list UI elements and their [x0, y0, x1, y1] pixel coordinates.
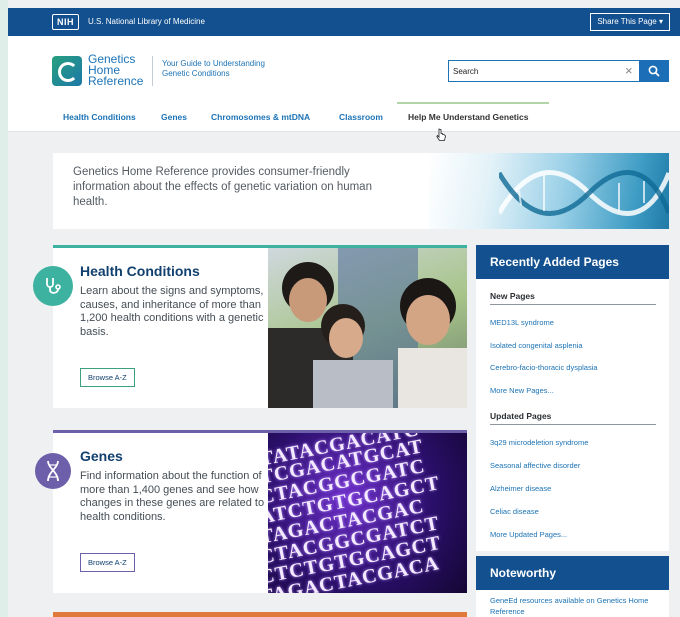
- share-page-button[interactable]: Share This Page ▾: [590, 13, 670, 31]
- main-nav: Health Conditions Genes Chromosomes & mt…: [8, 102, 680, 132]
- updated-page-link[interactable]: Seasonal affective disorder: [490, 461, 580, 470]
- site-logo-text[interactable]: Genetics Home Reference: [88, 53, 158, 88]
- nav-help-me-understand-genetics[interactable]: Help Me Understand Genetics: [397, 102, 549, 132]
- nav-classroom[interactable]: Classroom: [339, 102, 383, 132]
- new-page-link[interactable]: Cerebro-facio-thoracic dysplasia: [490, 363, 598, 372]
- site-tagline: Your Guide to Understanding Genetic Cond…: [162, 59, 265, 78]
- nlm-top-bar: NIH U.S. National Library of Medicine Sh…: [8, 8, 680, 36]
- clear-search-icon[interactable]: ×: [625, 63, 633, 78]
- genes-title[interactable]: Genes: [80, 448, 123, 464]
- health-conditions-description: Learn about the signs and symptoms, caus…: [80, 285, 264, 338]
- health-conditions-card: Health Conditions Learn about the signs …: [33, 245, 467, 408]
- recently-added-panel: Recently Added Pages New Pages MED13L sy…: [476, 245, 669, 551]
- updated-page-link[interactable]: Celiac disease: [490, 507, 539, 516]
- logo-line: Reference: [88, 74, 144, 88]
- dna-helix-banner-image: [429, 153, 669, 229]
- nih-logo[interactable]: NIH: [52, 14, 79, 30]
- browse-genes-button[interactable]: Browse A-Z: [80, 553, 135, 572]
- updated-page-link[interactable]: 3q29 microdeletion syndrome: [490, 438, 588, 447]
- new-page-link[interactable]: Isolated congenital asplenia: [490, 341, 583, 350]
- more-new-pages-link[interactable]: More New Pages...: [490, 386, 554, 395]
- dna-sequence-image: TATACGACATC TCGACATGCAT CTACGGCGATC ATCT…: [268, 433, 467, 593]
- search-icon: [648, 65, 660, 77]
- nav-health-conditions[interactable]: Health Conditions: [63, 102, 136, 132]
- health-conditions-title[interactable]: Health Conditions: [80, 263, 200, 279]
- ghr-logo-icon[interactable]: [52, 56, 82, 86]
- mouse-pointer-icon: [436, 128, 447, 146]
- updated-page-link[interactable]: Alzheimer disease: [490, 484, 551, 493]
- nav-chromosomes[interactable]: Chromosomes & mtDNA: [211, 102, 310, 132]
- genes-card: Genes Find information about the functio…: [35, 430, 467, 593]
- dna-icon: [35, 453, 71, 489]
- noteworthy-link[interactable]: GeneEd resources available on Genetics H…: [490, 595, 665, 617]
- search-button[interactable]: [639, 60, 669, 82]
- search-box: ×: [448, 60, 669, 82]
- stethoscope-icon: [33, 266, 73, 306]
- browse-conditions-button[interactable]: Browse A-Z: [80, 368, 135, 387]
- new-page-link[interactable]: MED13L syndrome: [490, 318, 554, 327]
- more-updated-pages-link[interactable]: More Updated Pages...: [490, 530, 567, 539]
- noteworthy-title: Noteworthy: [476, 556, 669, 590]
- noteworthy-panel: Noteworthy GeneEd resources available on…: [476, 556, 669, 617]
- search-input[interactable]: [449, 61, 621, 81]
- nlm-name[interactable]: U.S. National Library of Medicine: [88, 17, 205, 26]
- site-header: Genetics Home Reference Your Guide to Un…: [8, 36, 680, 102]
- nav-genes[interactable]: Genes: [161, 102, 187, 132]
- page: NIH U.S. National Library of Medicine Sh…: [8, 0, 680, 617]
- next-card-top-border: [53, 612, 467, 617]
- intro-text: Genetics Home Reference provides consume…: [73, 166, 372, 208]
- intro-banner: Genetics Home Reference provides consume…: [53, 153, 669, 229]
- new-pages-heading: New Pages: [490, 291, 656, 305]
- family-photo-image: [268, 248, 467, 408]
- genes-description: Find information about the function of m…: [80, 470, 265, 523]
- recently-added-title: Recently Added Pages: [476, 245, 669, 279]
- logo-divider: [152, 56, 153, 86]
- updated-pages-heading: Updated Pages: [490, 411, 656, 425]
